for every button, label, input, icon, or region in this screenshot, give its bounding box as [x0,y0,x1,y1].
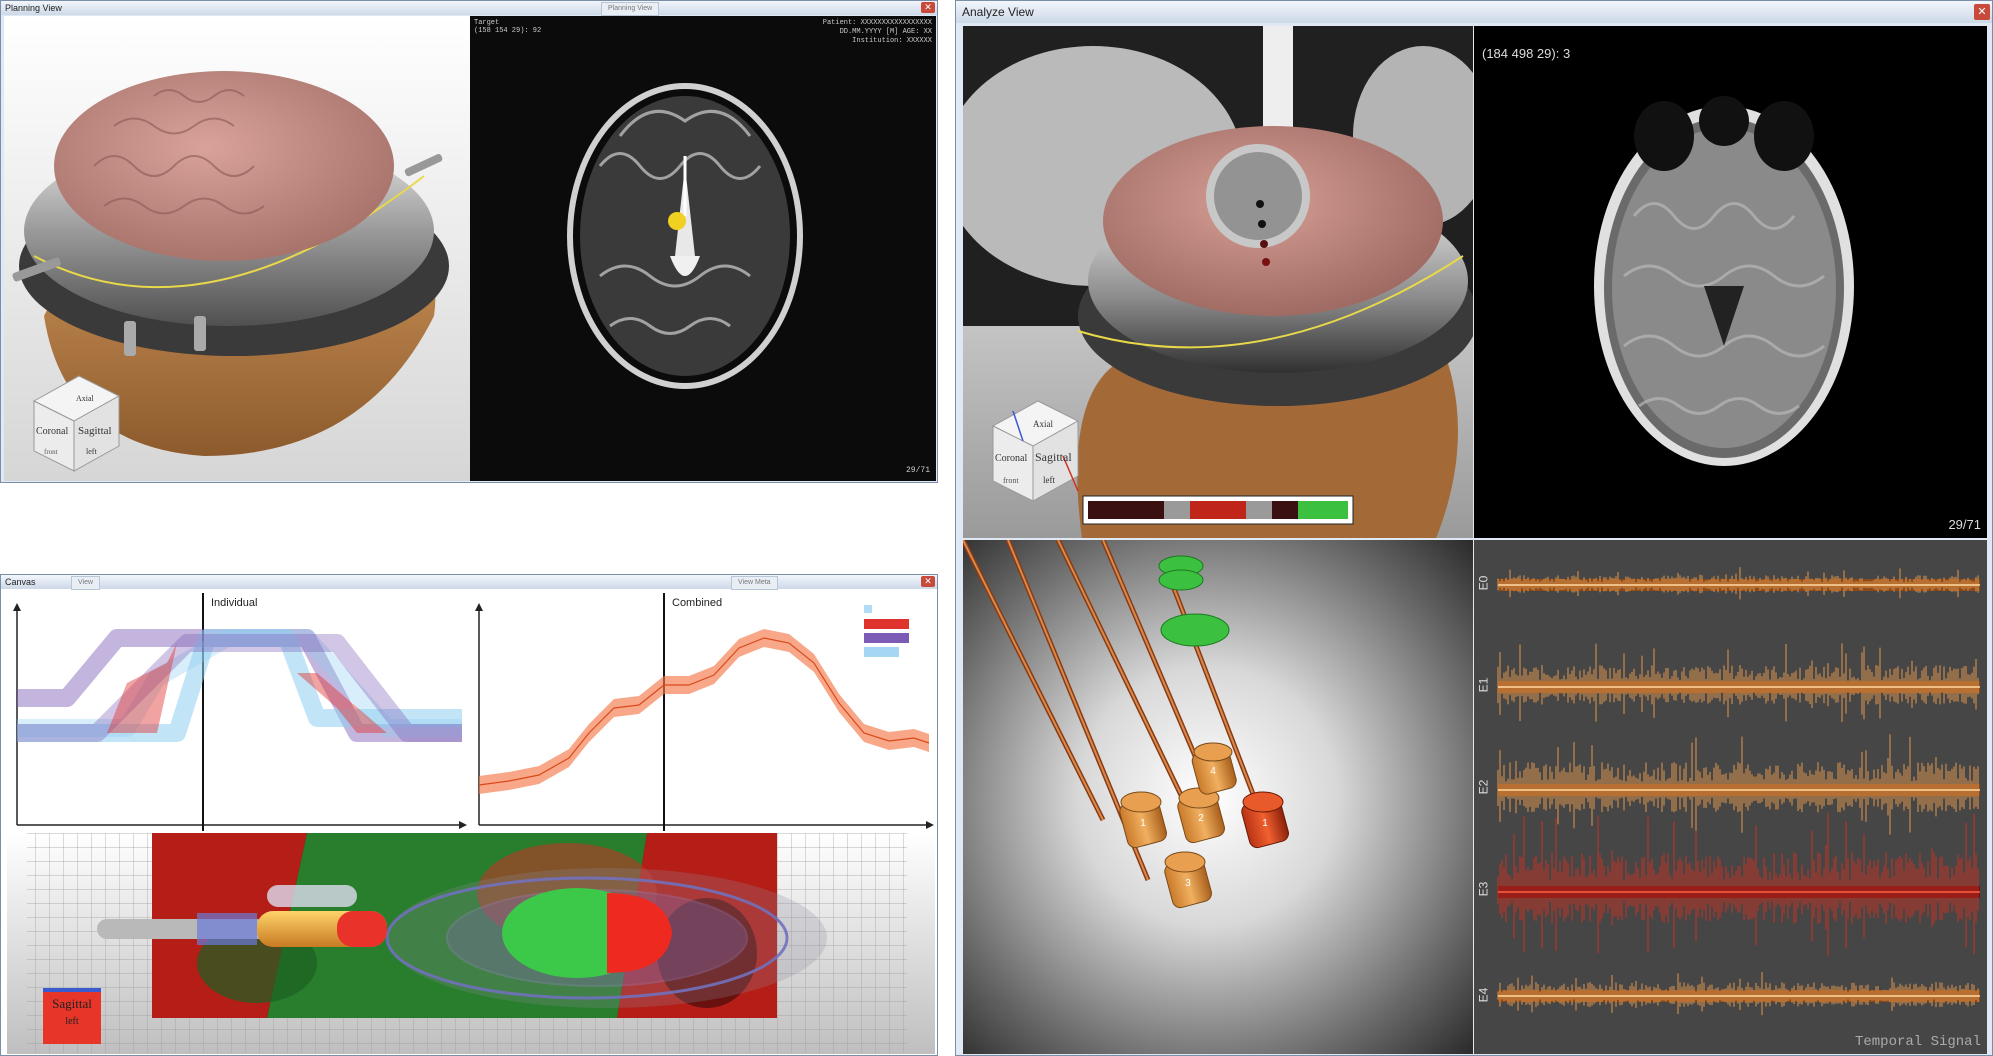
analyze-view-titlebar[interactable]: Analyze View ✕ [956,1,1992,23]
mri-slice-axial [567,83,803,389]
close-icon[interactable]: ✕ [1974,4,1990,20]
cube-sagittal-label: Sagittal [78,425,112,437]
legend-dark-red [1088,501,1164,519]
cube-coronal-label: Coronal [36,426,68,437]
electrode-label-5: 1 [1262,818,1268,829]
cube-left-label: left [1043,475,1055,485]
target-marker [668,212,686,230]
combined-band [479,629,929,794]
signal-trace-1 [1497,643,1979,722]
combined-chart-panel: Combined [469,593,935,831]
orientation-cube: Axial Coronal Sagittal left front [32,375,121,472]
channel-label-e4: E4 [1476,987,1491,1003]
planning-view-title: Planning View [5,3,62,13]
signal-trace-2 [1497,734,1979,835]
canvas-window: Canvas View View Meta ✕ Individual Combi… [0,574,938,1056]
canvas-tab-view[interactable]: View [71,576,101,590]
volume-rendering-3d [27,833,907,1053]
signal-trace-4 [1497,972,1979,1016]
channel-label-e3: E3 [1476,881,1491,897]
electrode-label-3: 3 [1185,878,1191,889]
temporal-signal-view[interactable]: E0 E1 E2 E3 E4 Temporal Signal [1474,540,1987,1054]
canvas-3d-view[interactable]: Sagittal left [7,833,935,1054]
legend-red [1190,501,1246,519]
cube-front-label: front [44,448,58,456]
head-model-3d: Axial Coronal Sagittal left front [12,71,449,472]
sagittal-orientation-box: Sagittal left [43,988,101,1044]
mri-slice-t1 [1594,96,1854,466]
sagittal-label: Sagittal [52,996,92,1011]
electrode-3d-view[interactable]: 1 2 3 4 1 [963,540,1473,1054]
temporal-signal-title: Temporal Signal [1854,1034,1981,1050]
signal-trace-0 [1497,567,1979,600]
cube-axial-label: Axial [1033,419,1053,429]
individual-chart[interactable] [7,593,469,831]
legend-swatch-red [864,619,909,629]
electrode-label-1: 1 [1140,818,1146,829]
cube-sagittal-label: Sagittal [1035,450,1072,464]
legend-green [1298,501,1348,519]
individual-chart-panel: Individual [7,593,469,831]
combined-label: Combined [672,597,723,609]
legend-swatch-purple [864,633,909,643]
legend-swatch-lightblue [864,605,872,613]
orientation-cube: Axial Coronal Sagittal left front [991,400,1080,502]
signal-trace-3 [1497,812,1979,956]
channel-label-e1: E1 [1476,677,1491,693]
individual-label: Individual [211,597,258,609]
electrode-leads: 1 2 3 4 1 [963,540,1289,909]
planning-view-window: Planning View Planning View ✕ Axial Coro… [0,0,938,483]
analyze-view-window: Analyze View ✕ Axial Coronal Sagittal le… [955,0,1993,1056]
canvas-titlebar[interactable]: Canvas View View Meta ✕ [1,575,937,590]
cube-coronal-label: Coronal [995,453,1027,464]
close-icon[interactable]: ✕ [921,576,935,587]
electrode-contact-group [1119,742,1237,909]
legend-swatch-lightblue-2 [864,647,899,657]
cube-axial-label: Axial [76,394,95,403]
planning-slice-number: 29/71 [905,466,930,475]
analyze-mri-view[interactable]: (184 498 29): 3 29/71 [1474,26,1987,538]
canvas-tab-view-meta[interactable]: View Meta [731,576,778,590]
canvas-title: Canvas [5,577,36,587]
electrode-label-4: 4 [1210,766,1216,777]
planning-3d-view[interactable]: Axial Coronal Sagittal left front [4,16,470,481]
planning-mri-view[interactable]: Target (158 154 29): 92 Patient: XXXXXXX… [470,16,936,481]
head-model-3d-xray: Axial Coronal Sagittal left front [963,26,1473,538]
planning-view-tab[interactable]: Planning View [601,2,660,16]
planning-view-titlebar[interactable]: Planning View Planning View ✕ [1,1,937,16]
cube-front-label: front [1003,476,1019,485]
channel-label-e2: E2 [1476,779,1491,795]
temporal-signal-plot [1497,567,1980,1016]
analyze-3d-view[interactable]: Axial Coronal Sagittal left front [963,26,1473,538]
electrode-label-2: 2 [1198,813,1204,824]
analyze-view-title: Analyze View [962,5,1034,19]
combined-chart[interactable] [469,593,935,831]
left-label: left [65,1016,79,1027]
channel-label-e0: E0 [1476,575,1491,591]
close-icon[interactable]: ✕ [921,2,935,13]
analyze-slice-number: 29/71 [1948,517,1981,532]
cube-left-label: left [86,447,97,456]
